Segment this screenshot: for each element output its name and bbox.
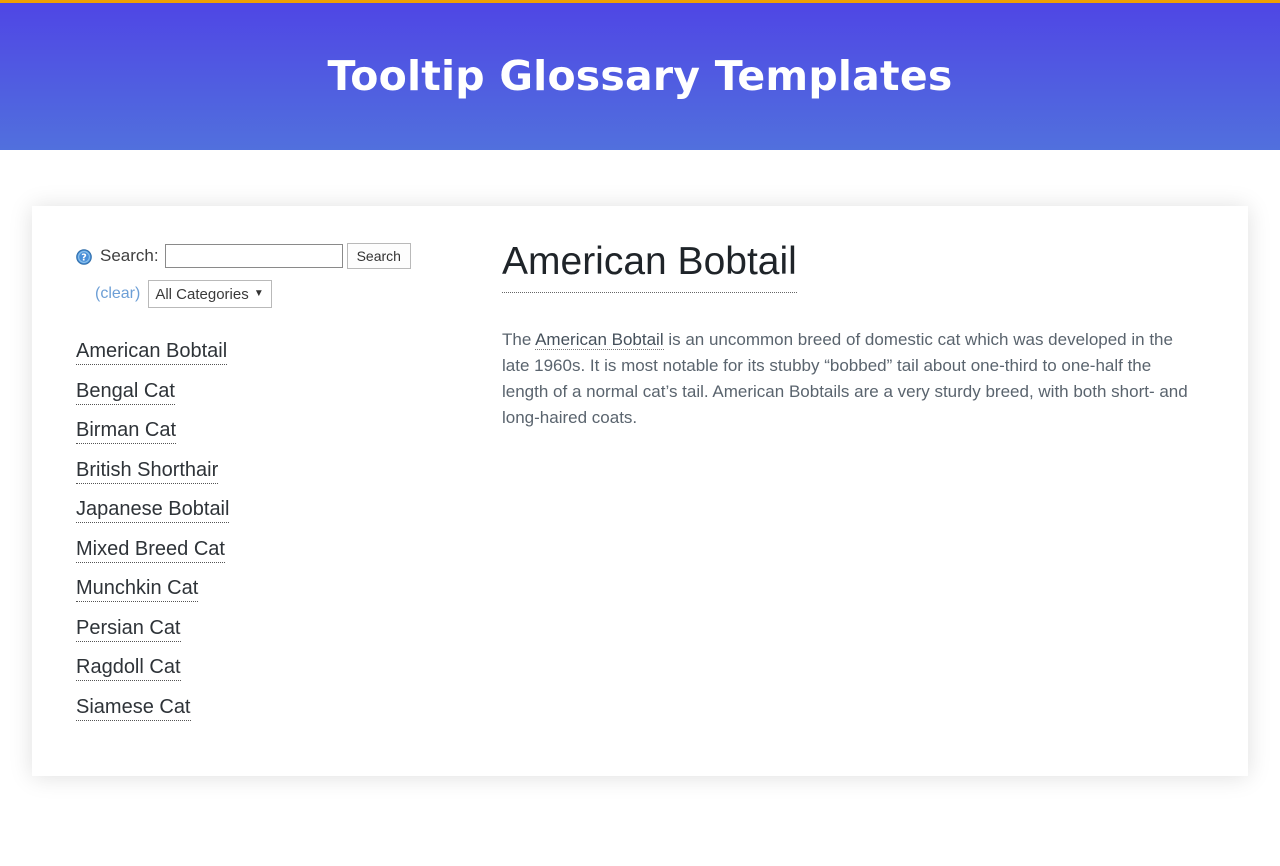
search-input[interactable] — [164, 244, 343, 268]
entry-title: American Bobtail — [502, 240, 797, 293]
term-link-birman-cat[interactable]: Birman Cat — [76, 420, 177, 444]
filter-row: (clear) All Categories ▼ — [76, 280, 472, 308]
entry-body-lead: The — [502, 329, 536, 349]
term-link-british-shorthair[interactable]: British Shorthair — [76, 460, 219, 484]
glossary-entry: American Bobtail The American Bobtail is… — [472, 206, 1248, 776]
list-item: American Bobtail — [76, 341, 472, 365]
term-link-mixed-breed-cat[interactable]: Mixed Breed Cat — [76, 539, 225, 563]
glossary-card: ? Search: Search (clear) All Categories … — [32, 206, 1248, 776]
entry-body: The American Bobtail is an uncommon bree… — [502, 327, 1196, 431]
term-link-american-bobtail[interactable]: American Bobtail — [76, 341, 228, 365]
page-title: Tooltip Glossary Templates — [327, 52, 953, 100]
list-item: Siamese Cat — [76, 697, 472, 721]
search-row: ? Search: Search — [76, 243, 472, 269]
glossary-term-list: American Bobtail Bengal Cat Birman Cat B… — [76, 341, 472, 721]
list-item: Ragdoll Cat — [76, 657, 472, 681]
term-link-japanese-bobtail[interactable]: Japanese Bobtail — [76, 499, 230, 523]
glossary-sidebar: ? Search: Search (clear) All Categories … — [32, 206, 472, 776]
list-item: Munchkin Cat — [76, 578, 472, 602]
site-header: Tooltip Glossary Templates — [0, 3, 1280, 150]
list-item: Persian Cat — [76, 618, 472, 642]
list-item: Birman Cat — [76, 420, 472, 444]
help-circle-icon[interactable]: ? — [76, 249, 92, 265]
clear-link[interactable]: (clear) — [95, 285, 140, 303]
list-item: Bengal Cat — [76, 381, 472, 405]
chevron-down-icon: ▼ — [253, 288, 264, 299]
tooltip-term-link[interactable]: American Bobtail — [535, 329, 664, 350]
list-item: Japanese Bobtail — [76, 499, 472, 523]
term-link-persian-cat[interactable]: Persian Cat — [76, 618, 181, 642]
category-select[interactable]: All Categories ▼ — [148, 280, 272, 308]
page-body: ? Search: Search (clear) All Categories … — [0, 150, 1280, 866]
search-label: Search: — [100, 246, 159, 265]
category-select-value: All Categories — [155, 285, 249, 303]
term-link-ragdoll-cat[interactable]: Ragdoll Cat — [76, 657, 181, 681]
list-item: British Shorthair — [76, 460, 472, 484]
svg-text:?: ? — [81, 253, 87, 264]
list-item: Mixed Breed Cat — [76, 539, 472, 563]
term-link-bengal-cat[interactable]: Bengal Cat — [76, 381, 175, 405]
search-button[interactable]: Search — [346, 243, 411, 269]
term-link-munchkin-cat[interactable]: Munchkin Cat — [76, 578, 199, 602]
term-link-siamese-cat[interactable]: Siamese Cat — [76, 697, 191, 721]
